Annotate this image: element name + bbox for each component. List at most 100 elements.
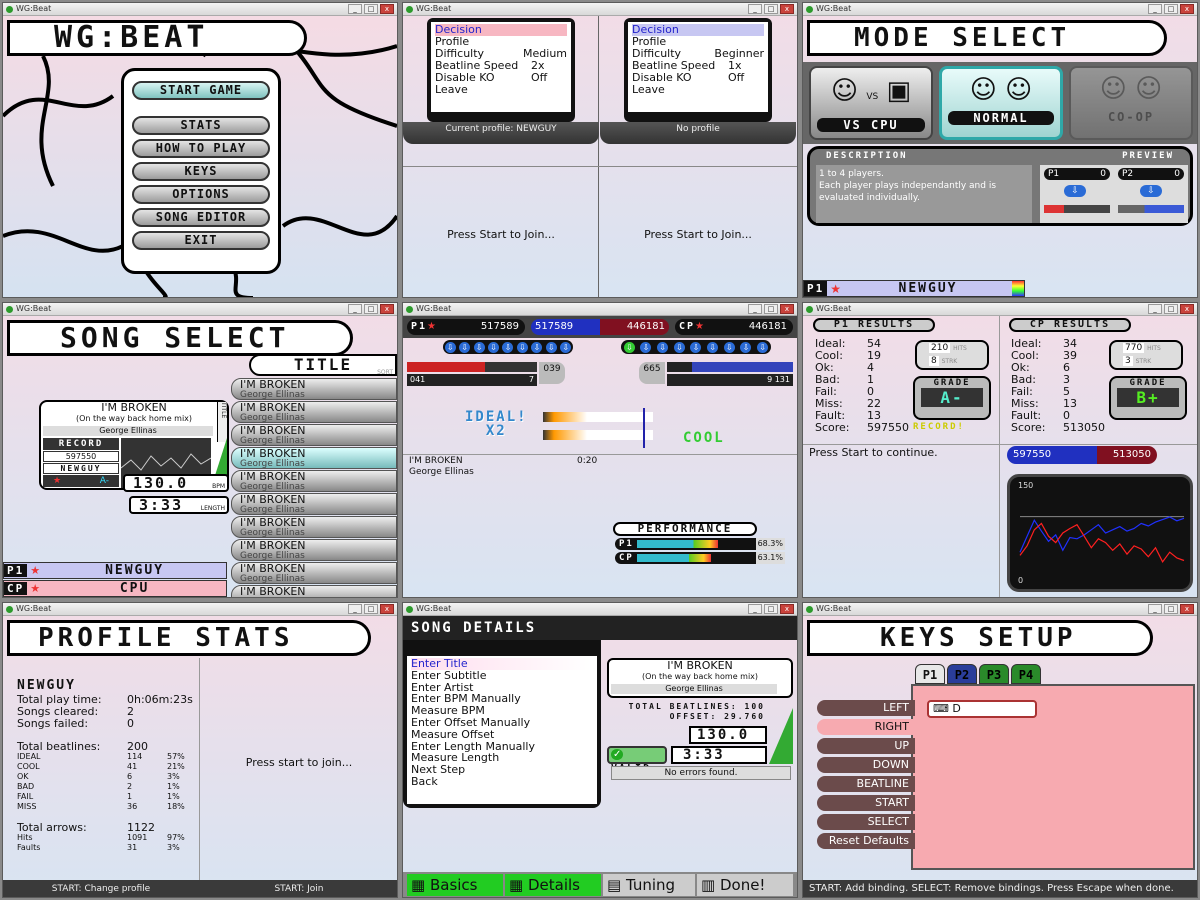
maximize-button[interactable]: □ <box>764 604 778 614</box>
close-button[interactable]: x <box>780 4 794 14</box>
tab-basics[interactable]: ▦ Basics <box>407 874 503 896</box>
cpu-score: 446181 <box>748 321 787 332</box>
mode-normal[interactable]: ☺ ☺ NORMAL <box>939 66 1063 140</box>
maximize-button[interactable]: □ <box>764 304 778 314</box>
menu-item-value: Off <box>531 71 548 84</box>
app-icon <box>6 306 13 313</box>
minimize-button[interactable]: _ <box>1148 304 1162 314</box>
arrow-icon: ⇩ <box>444 341 456 353</box>
mode-co-op[interactable]: ☺ ☺ CO-OP <box>1069 66 1193 140</box>
song-list-item[interactable]: I'M BROKENGeorge Ellinas <box>231 470 397 492</box>
how-to-play-button[interactable]: HOW TO PLAY <box>132 139 270 158</box>
close-button[interactable]: x <box>380 604 394 614</box>
editor-menu-item[interactable]: Measure Offset <box>411 728 593 741</box>
song-editor-button[interactable]: SONG EDITOR <box>132 208 270 227</box>
minimize-button[interactable]: _ <box>748 304 762 314</box>
song-list-item[interactable]: I'M BROKENGeorge Ellinas <box>231 447 397 469</box>
bpm-value: 130.0 <box>689 726 767 744</box>
arrow-icon: ⇩ <box>657 341 669 353</box>
close-button[interactable]: x <box>780 604 794 614</box>
minimize-button[interactable]: _ <box>748 4 762 14</box>
tab-p4[interactable]: P4 <box>1011 664 1041 684</box>
tab-details[interactable]: ▦ Details <box>505 874 601 896</box>
song-list-artist: George Ellinas <box>240 482 305 492</box>
now-playing: I'M BROKEN George Ellinas <box>409 456 474 478</box>
maximize-button[interactable]: □ <box>364 4 378 14</box>
action-reset-defaults[interactable]: Reset Defaults <box>817 833 915 849</box>
breakdown-count: 31 <box>127 843 138 852</box>
maximize-button[interactable]: □ <box>364 604 378 614</box>
minimize-button[interactable]: _ <box>748 604 762 614</box>
tab-p1[interactable]: P1 <box>915 664 945 684</box>
song-list-item[interactable]: I'M BROKENGeorge Ellinas <box>231 562 397 584</box>
title-tag: TITLE <box>217 402 227 442</box>
mode-vs-cpu[interactable]: ☺ VS ▣ VS CPU <box>809 66 933 140</box>
arrow-icon: ⇩ <box>516 341 528 353</box>
close-button[interactable]: x <box>1180 604 1194 614</box>
minimize-button[interactable]: _ <box>1148 604 1162 614</box>
difficulty-meter <box>769 708 793 764</box>
editor-menu-item[interactable]: Back <box>411 776 593 788</box>
maximize-button[interactable]: □ <box>364 304 378 314</box>
action-down[interactable]: DOWN <box>817 757 915 773</box>
song-list-item[interactable]: I'M BROKENGeorge Ellinas <box>231 539 397 561</box>
menu-item-value: Off <box>728 71 745 84</box>
song-list-item[interactable]: I'M BROKENGeorge Ellinas <box>231 424 397 446</box>
song-details-card: I'M BROKEN (On the way back home mix) Ge… <box>607 658 793 798</box>
sort-box[interactable]: TITLE SORT <box>249 354 397 376</box>
judgement-cool: COOL <box>683 430 725 446</box>
tab-tuning[interactable]: ▤ Tuning <box>603 874 695 896</box>
song-list-item[interactable]: I'M BROKENGeorge Ellinas <box>231 516 397 538</box>
song-list: I'M BROKEN George Ellinas I'M BROKEN George… <box>231 378 397 597</box>
stats-button[interactable]: STATS <box>132 116 270 135</box>
action-select[interactable]: SELECT <box>817 814 915 830</box>
minimize-button[interactable]: _ <box>348 304 362 314</box>
menu-item[interactable]: Leave <box>435 84 567 96</box>
action-list: LEFT RIGHT UP DOWN BEATLINE START SELECT Reset … <box>817 700 915 852</box>
minimize-button[interactable]: _ <box>348 604 362 614</box>
close-button[interactable]: x <box>780 304 794 314</box>
action-beatline[interactable]: BEATLINE <box>817 776 915 792</box>
menu-item-label: Leave <box>632 83 665 96</box>
tab-done[interactable]: ▥ Done! <box>697 874 793 896</box>
song-subtitle: (On the way back home mix) <box>75 414 193 423</box>
gameplay-window: WG:Beat _ □ x P1★ 517589 517589 446181 CP★ 446… <box>402 302 798 598</box>
maximize-button[interactable]: □ <box>1164 4 1178 14</box>
breakdown-count: 41 <box>127 762 138 771</box>
minimize-button[interactable]: _ <box>1148 4 1162 14</box>
exit-button[interactable]: EXIT <box>132 231 270 250</box>
close-button[interactable]: x <box>1180 304 1194 314</box>
song-list-item[interactable]: I'M BROKENGeorge Ellinas <box>231 585 397 597</box>
song-list-item[interactable]: I'M BROKENGeorge Ellinas <box>231 401 397 423</box>
options-button[interactable]: OPTIONS <box>132 185 270 204</box>
close-button[interactable]: x <box>380 304 394 314</box>
minimize-button[interactable]: _ <box>348 4 362 14</box>
mode-label: VS CPU <box>817 118 925 132</box>
menu-item[interactable]: Leave <box>632 84 764 96</box>
action-up[interactable]: UP <box>817 738 915 754</box>
editor-menu-item[interactable]: Next Step <box>411 764 593 776</box>
maximize-button[interactable]: □ <box>764 4 778 14</box>
p1-grade-box: GRADE A- <box>913 376 991 420</box>
tab-p3[interactable]: P3 <box>979 664 1009 684</box>
app-icon <box>806 306 813 313</box>
action-start[interactable]: START <box>817 795 915 811</box>
close-button[interactable]: x <box>1180 4 1194 14</box>
action-left[interactable]: LEFT <box>817 700 915 716</box>
song-list-item[interactable]: I'M BROKENGeorge Ellinas <box>231 493 397 515</box>
keys-setup-title: KEYS SETUP <box>807 620 1153 656</box>
action-right[interactable]: RIGHT <box>817 719 915 735</box>
keys-button[interactable]: KEYS <box>132 162 270 181</box>
tab-label: Basics <box>429 876 478 894</box>
main-menu-window: WG:Beat _ □ x WG:BEAT START GAME STATS HOW … <box>2 2 398 298</box>
editor-menu-item[interactable]: Enter Offset Manually <box>411 717 593 729</box>
maximize-button[interactable]: □ <box>1164 304 1178 314</box>
tab-p2[interactable]: P2 <box>947 664 977 684</box>
maximize-button[interactable]: □ <box>1164 604 1178 614</box>
song-list-item[interactable]: I'M BROKENGeorge Ellinas <box>231 378 397 400</box>
close-button[interactable]: x <box>380 4 394 14</box>
editor-menu-item[interactable]: Enter Subtitle <box>411 669 593 682</box>
binding-chip[interactable]: ⌨ D <box>927 700 1037 718</box>
breakdown-row: Faults 31 3% <box>17 843 197 853</box>
start-game-button[interactable]: START GAME <box>132 81 270 100</box>
